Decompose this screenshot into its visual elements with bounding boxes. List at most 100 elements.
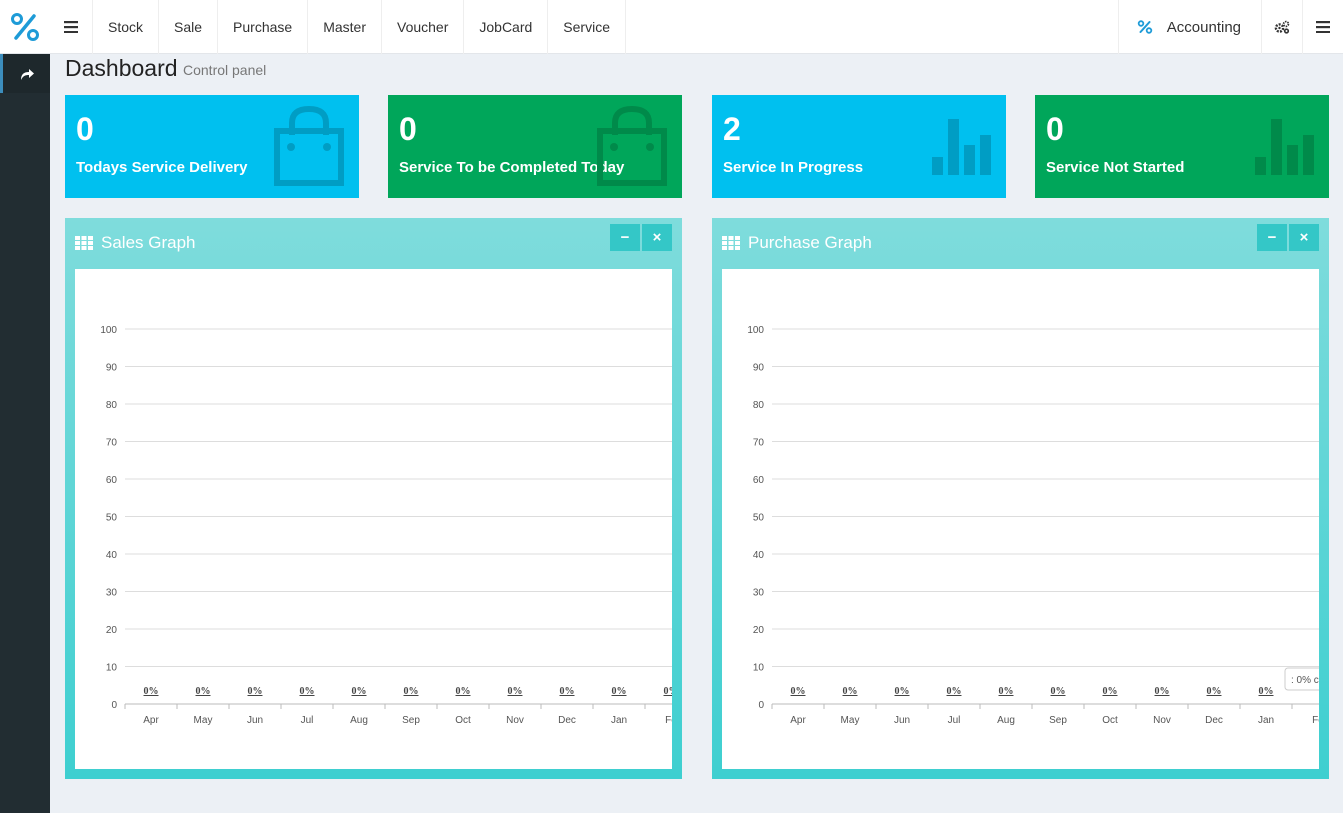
x-tick-label: Aug bbox=[350, 715, 368, 726]
y-tick-label: 90 bbox=[106, 363, 118, 374]
x-tick-label: Jul bbox=[948, 715, 961, 726]
y-tick-label: 40 bbox=[753, 550, 765, 561]
data-label: 0% bbox=[300, 686, 315, 697]
nav-jobcard[interactable]: JobCard bbox=[464, 0, 549, 54]
x-tick-label: Fe bbox=[1312, 715, 1319, 726]
stat-value: 0 bbox=[1046, 111, 1064, 147]
sales-chart-svg: 0 10 20 30 40 50 60 70 80 90 100 0% Apr 0% May 0% Jun 0% J… bbox=[100, 325, 672, 726]
share-arrow-icon bbox=[20, 68, 34, 80]
nav-service[interactable]: Service bbox=[548, 0, 626, 54]
y-tick-label: 30 bbox=[106, 588, 118, 599]
y-tick-label: 10 bbox=[753, 663, 765, 674]
x-tick-label: Jan bbox=[1258, 715, 1274, 726]
x-tick-label: Fe bbox=[665, 715, 672, 726]
panel-title: Sales Graph bbox=[101, 233, 196, 252]
main-nav: Stock Sale Purchase Master Voucher JobCa… bbox=[93, 0, 626, 54]
panel-title: Purchase Graph bbox=[748, 233, 872, 252]
x-tick-label: Sep bbox=[1049, 715, 1067, 726]
data-label: 0% bbox=[196, 686, 211, 697]
data-label: 0% bbox=[1207, 686, 1222, 697]
percent-logo-icon bbox=[11, 13, 39, 41]
stat-box-todays-service-delivery[interactable]: 0 Todays Service Delivery bbox=[65, 95, 359, 198]
y-tick-label: 0 bbox=[111, 700, 117, 711]
y-tick-label: 80 bbox=[106, 400, 118, 411]
app-logo[interactable] bbox=[0, 0, 50, 54]
stat-box-service-completed-today[interactable]: 0 Service To be Completed Today bbox=[388, 95, 682, 198]
percent-icon bbox=[1137, 20, 1152, 34]
chart-tooltip-text: : 0% c bbox=[1291, 675, 1319, 686]
y-tick-label: 70 bbox=[106, 438, 118, 449]
data-label: 0% bbox=[999, 686, 1014, 697]
y-tick-label: 50 bbox=[106, 513, 118, 524]
x-tick-label: Dec bbox=[558, 715, 576, 726]
data-label: 0% bbox=[791, 686, 806, 697]
data-label: 0% bbox=[404, 686, 419, 697]
nav-sale[interactable]: Sale bbox=[159, 0, 219, 54]
sales-chart: 0 10 20 30 40 50 60 70 80 90 100 0% Apr 0% May 0% Jun 0% J… bbox=[75, 269, 672, 769]
shopping-bag-icon bbox=[592, 105, 672, 192]
stat-label: Service In Progress bbox=[723, 159, 864, 176]
x-tick-label: Apr bbox=[143, 715, 159, 726]
sidebar-item-share[interactable] bbox=[0, 54, 50, 93]
x-tick-label: Jun bbox=[894, 715, 910, 726]
hamburger-icon bbox=[1316, 21, 1330, 33]
stat-box-service-not-started[interactable]: 0 Service Not Started bbox=[1035, 95, 1329, 198]
bar-chart-icon bbox=[1249, 105, 1319, 182]
accounting-menu[interactable]: Accounting bbox=[1117, 0, 1261, 54]
purchase-graph-panel: Purchase Graph − × 0 10 20 30 40 50 60 70 80 90 10… bbox=[712, 218, 1329, 779]
page-title: Dashboard bbox=[65, 55, 178, 81]
y-tick-label: 50 bbox=[753, 513, 765, 524]
y-tick-label: 10 bbox=[106, 663, 118, 674]
y-tick-label: 40 bbox=[106, 550, 118, 561]
grid-icon bbox=[722, 236, 740, 250]
stat-value: 0 bbox=[399, 111, 417, 147]
y-tick-label: 100 bbox=[747, 325, 764, 336]
data-label: 0% bbox=[947, 686, 962, 697]
x-tick-label: Nov bbox=[1153, 715, 1171, 726]
x-tick-label: May bbox=[841, 715, 860, 726]
stat-label: Service Not Started bbox=[1046, 159, 1185, 176]
x-tick-label: Nov bbox=[506, 715, 524, 726]
y-tick-label: 100 bbox=[100, 325, 117, 336]
settings-button[interactable] bbox=[1261, 0, 1302, 54]
y-tick-label: 70 bbox=[753, 438, 765, 449]
nav-purchase[interactable]: Purchase bbox=[218, 0, 309, 54]
panel-tools: − × bbox=[1257, 224, 1319, 251]
close-button[interactable]: × bbox=[642, 224, 672, 251]
y-tick-label: 20 bbox=[106, 625, 118, 636]
sales-graph-panel: Sales Graph − × 0 10 20 30 40 50 60 70 80 90 100 0%… bbox=[65, 218, 682, 779]
data-label: 0% bbox=[1259, 686, 1274, 697]
close-button[interactable]: × bbox=[1289, 224, 1319, 251]
x-tick-label: Aug bbox=[997, 715, 1015, 726]
x-tick-label: Apr bbox=[790, 715, 806, 726]
sidebar bbox=[0, 54, 50, 813]
y-tick-label: 80 bbox=[753, 400, 765, 411]
panel-header: Purchase Graph bbox=[722, 226, 872, 260]
stat-box-service-in-progress[interactable]: 2 Service In Progress bbox=[712, 95, 1006, 198]
data-label: 0% bbox=[560, 686, 575, 697]
right-menu-button[interactable] bbox=[1302, 0, 1343, 54]
bar-chart-icon bbox=[926, 105, 996, 182]
minimize-button[interactable]: − bbox=[1257, 224, 1287, 251]
nav-master[interactable]: Master bbox=[308, 0, 382, 54]
x-tick-label: Jul bbox=[301, 715, 314, 726]
minimize-button[interactable]: − bbox=[610, 224, 640, 251]
panel-tools: − × bbox=[610, 224, 672, 251]
menu-toggle-button[interactable] bbox=[50, 0, 93, 54]
nav-right: Accounting bbox=[1117, 0, 1343, 54]
nav-stock[interactable]: Stock bbox=[93, 0, 160, 54]
nav-voucher[interactable]: Voucher bbox=[382, 0, 465, 54]
gears-icon bbox=[1274, 20, 1290, 34]
x-tick-label: Jan bbox=[611, 715, 627, 726]
panel-header: Sales Graph bbox=[75, 226, 196, 260]
x-tick-label: Oct bbox=[455, 715, 471, 726]
x-tick-label: May bbox=[194, 715, 213, 726]
x-tick-label: Oct bbox=[1102, 715, 1118, 726]
data-label: 0% bbox=[352, 686, 367, 697]
purchase-chart: 0 10 20 30 40 50 60 70 80 90 100 0% Apr 0% May 0% Jun 0% J… bbox=[722, 269, 1319, 769]
data-label: 0% bbox=[1051, 686, 1066, 697]
data-label: 0% bbox=[1103, 686, 1118, 697]
stat-label: Todays Service Delivery bbox=[76, 159, 248, 176]
x-tick-label: Dec bbox=[1205, 715, 1223, 726]
stat-label: Service To be Completed Today bbox=[399, 159, 625, 176]
